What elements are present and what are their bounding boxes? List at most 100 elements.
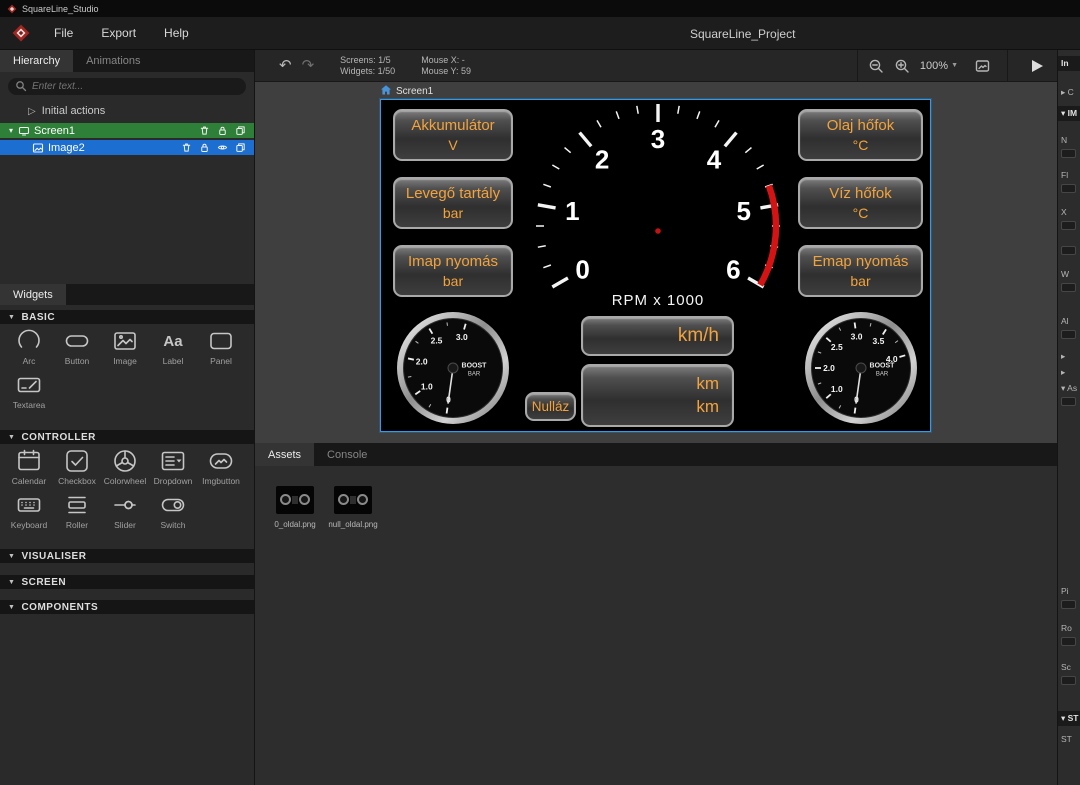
widget-item-textarea[interactable]: Textarea	[5, 370, 53, 414]
asset-filename: null_oldal.png	[328, 520, 378, 529]
tab-assets[interactable]: Assets	[255, 443, 315, 466]
inspector-field-fragment[interactable]	[1061, 676, 1076, 685]
asset-item[interactable]: null_oldal.png	[327, 486, 379, 529]
tab-hierarchy[interactable]: Hierarchy	[0, 50, 74, 72]
boost-gauge-right[interactable]: 01.02.02.53.03.54.0BOOSTBAR	[804, 311, 918, 425]
checkbox-icon	[64, 447, 90, 475]
search-input[interactable]	[8, 78, 246, 95]
section-header-components[interactable]: ▼ COMPONENTS	[0, 600, 254, 614]
widget-item-colorwheel[interactable]: Colorwheel	[101, 446, 149, 490]
menu-export[interactable]: Export	[87, 18, 150, 48]
screen-tag[interactable]: Screen1	[380, 84, 433, 99]
chevron-down-icon: ▼	[951, 62, 958, 69]
section-header-basic[interactable]: ▼ BASIC	[0, 310, 254, 324]
design-canvas[interactable]: Screen1 0 12 3 45 6 RPM x 1000 Akkumulátor V	[255, 82, 1057, 443]
squareline-studio-window: SquareLine_Studio File Export Help Squar…	[0, 0, 1080, 785]
dash-button-line1: Imap nyomás	[407, 253, 499, 271]
inspector-field-fragment[interactable]	[1061, 246, 1076, 255]
inspector-label-fragment: Al	[1061, 316, 1069, 326]
dash-button-imap-nyomas[interactable]: Imap nyomás bar	[393, 245, 513, 297]
section-header-screen[interactable]: ▼ SCREEN	[0, 575, 254, 589]
reset-button[interactable]: Nulláz	[525, 392, 576, 421]
speed-display-button[interactable]: km/h	[581, 316, 734, 356]
inspector-field-fragment[interactable]	[1061, 637, 1076, 646]
odometer-display-button[interactable]: km km	[581, 364, 734, 427]
hierarchy-tree: ▾ Screen1 Image2	[0, 123, 254, 157]
section-title: COMPONENTS	[21, 601, 99, 613]
tab-console[interactable]: Console	[314, 443, 380, 466]
inspector-label-fragment: In	[1058, 56, 1080, 71]
inspector-field-fragment[interactable]	[1061, 283, 1076, 292]
undo-icon[interactable]: ↶	[279, 58, 292, 73]
dash-button-line1: Olaj hőfok	[826, 117, 895, 135]
home-icon	[380, 84, 392, 99]
asset-thumbnail	[334, 486, 372, 514]
widget-item-label-widget[interactable]: Aa Label	[149, 326, 197, 370]
asset-item[interactable]: 0_oldal.png	[269, 486, 321, 529]
inspector-field-fragment[interactable]	[1061, 184, 1076, 193]
widget-item-button[interactable]: Button	[53, 326, 101, 370]
arc-icon	[16, 327, 42, 355]
roller-icon	[64, 491, 90, 519]
widget-item-arc[interactable]: Arc	[5, 326, 53, 370]
lock-icon[interactable]	[217, 125, 228, 136]
screen1-design-surface[interactable]: 0 12 3 45 6 RPM x 1000 Akkumulátor V Levegő …	[380, 99, 931, 432]
dash-button-akkumulator[interactable]: Akkumulátor V	[393, 109, 513, 161]
widget-item-image[interactable]: Image	[101, 326, 149, 370]
hierarchy-search	[8, 76, 246, 95]
rpm-label[interactable]: RPM x 1000	[568, 292, 748, 309]
screenshot-icon[interactable]	[974, 58, 991, 74]
initial-actions-row[interactable]: ▷ Initial actions	[0, 103, 254, 119]
colorwheel-icon	[112, 447, 138, 475]
widgets-count: Widgets: 1/50	[340, 65, 396, 76]
widget-item-panel[interactable]: Panel	[197, 326, 245, 370]
inspector-field-fragment[interactable]	[1061, 397, 1076, 406]
inspector-field-fragment[interactable]	[1061, 600, 1076, 609]
delete-icon[interactable]	[199, 125, 210, 136]
zoom-in-icon[interactable]	[894, 58, 910, 74]
lock-icon[interactable]	[199, 142, 210, 153]
svg-text:BOOST: BOOST	[462, 363, 488, 370]
widget-item-dropdown[interactable]: Dropdown	[149, 446, 197, 490]
section-header-visualiser[interactable]: ▼ VISUALISER	[0, 549, 254, 563]
duplicate-icon[interactable]	[235, 142, 246, 153]
boost-gauge-left[interactable]: 01.02.02.53.0BOOSTBAR	[396, 311, 510, 425]
widget-item-imgbutton[interactable]: Imgbutton	[197, 446, 245, 490]
redo-icon[interactable]: ↷	[302, 58, 315, 73]
inspector-label-fragment: ▾ As	[1061, 383, 1078, 393]
widget-item-switch[interactable]: Switch	[149, 490, 197, 534]
collapse-arrow-icon[interactable]: ▾	[4, 126, 18, 135]
svg-text:6: 6	[726, 255, 740, 285]
dash-button-olaj-hofok[interactable]: Olaj hőfok °C	[798, 109, 923, 161]
tree-item-screen1[interactable]: ▾ Screen1	[0, 123, 254, 138]
inspector-strip: In▸ C▾ IMNFlXWAl▸▸▾ AsPiRoSc▾ STST▾	[1057, 50, 1080, 785]
menu-file[interactable]: File	[40, 18, 87, 48]
section-title: CONTROLLER	[21, 431, 96, 443]
inspector-field-fragment[interactable]	[1061, 149, 1076, 158]
tree-item-image2[interactable]: Image2	[0, 140, 254, 155]
delete-icon[interactable]	[181, 142, 192, 153]
inspector-field-fragment[interactable]	[1061, 221, 1076, 230]
play-button[interactable]	[1032, 59, 1043, 72]
duplicate-icon[interactable]	[235, 125, 246, 136]
zoom-level-dropdown[interactable]: 100% ▼	[920, 60, 958, 72]
widget-item-roller[interactable]: Roller	[53, 490, 101, 534]
menu-help[interactable]: Help	[150, 18, 203, 48]
tab-widgets[interactable]: Widgets	[0, 284, 66, 305]
inspector-field-fragment[interactable]	[1061, 330, 1076, 339]
dash-button-emap-nyomas[interactable]: Emap nyomás bar	[798, 245, 923, 297]
menubar: File Export Help SquareLine_Project	[0, 17, 1080, 50]
tab-animations[interactable]: Animations	[73, 50, 153, 72]
dash-button-viz-hofok[interactable]: Víz hőfok °C	[798, 177, 923, 229]
widget-item-keyboard[interactable]: Keyboard	[5, 490, 53, 534]
zoom-out-icon[interactable]	[868, 58, 884, 74]
widget-item-calendar[interactable]: Calendar	[5, 446, 53, 490]
eye-icon[interactable]	[217, 142, 228, 153]
section-header-controller[interactable]: ▼ CONTROLLER	[0, 430, 254, 444]
widget-item-slider[interactable]: Slider	[101, 490, 149, 534]
dash-button-levego-tartaly[interactable]: Levegő tartály bar	[393, 177, 513, 229]
widget-item-checkbox[interactable]: Checkbox	[53, 446, 101, 490]
dash-button-line1: Víz hőfok	[829, 185, 892, 203]
widget-item-label: Slider	[114, 520, 136, 530]
svg-text:BAR: BAR	[468, 372, 481, 378]
